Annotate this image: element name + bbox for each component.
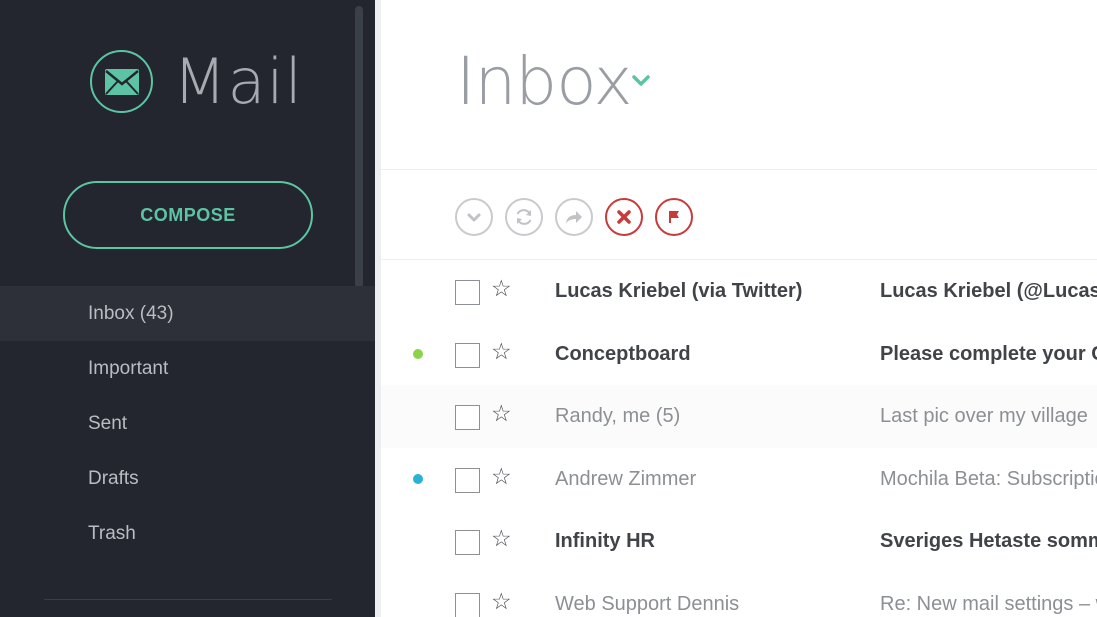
mark-read-button[interactable] xyxy=(455,198,493,236)
page-title: Inbox xyxy=(456,43,633,120)
email-checkbox[interactable] xyxy=(455,280,480,305)
delete-icon xyxy=(617,210,631,224)
refresh-button[interactable] xyxy=(505,198,543,236)
email-checkbox[interactable] xyxy=(455,592,480,617)
app-logo: Mail xyxy=(90,50,303,113)
email-sender: Conceptboard xyxy=(555,342,691,365)
flag-button[interactable] xyxy=(655,198,693,236)
star-icon[interactable]: ☆ xyxy=(491,340,512,364)
sidebar-item-inbox[interactable]: Inbox (43) xyxy=(0,286,375,341)
email-row[interactable]: ☆ Infinity HR Sveriges Hetaste sommarjob… xyxy=(381,510,1097,573)
star-icon[interactable]: ☆ xyxy=(491,465,512,489)
email-row[interactable]: ☆ Web Support Dennis Re: New mail settin… xyxy=(381,572,1097,617)
unread-dot-icon xyxy=(413,348,423,359)
sidebar: Mail COMPOSE Inbox (43) Important Sent D… xyxy=(0,0,375,617)
flag-icon xyxy=(669,211,679,223)
email-sender: Lucas Kriebel (via Twitter) xyxy=(555,280,803,302)
email-sender: Andrew Zimmer xyxy=(555,467,697,490)
delete-button[interactable] xyxy=(605,198,643,236)
email-subject: Re: New mail settings – will take effect xyxy=(880,592,1097,615)
toolbar xyxy=(381,171,1097,260)
email-subject: Please complete your Conceptboard signup xyxy=(880,342,1097,365)
forward-button[interactable] xyxy=(555,198,593,236)
email-subject: Mochila Beta: Subscription Confirmed xyxy=(880,467,1097,490)
star-icon[interactable]: ☆ xyxy=(491,278,512,301)
email-subject: Lucas Kriebel (@LucasKriebel) has sent y… xyxy=(880,280,1097,302)
star-icon[interactable]: ☆ xyxy=(491,403,512,426)
title-bar: Inbox xyxy=(381,0,1097,170)
email-row[interactable]: ☆ Lucas Kriebel (via Twitter) Lucas Krie… xyxy=(381,260,1097,323)
email-subject: Last pic over my village xyxy=(880,405,1088,427)
email-list: ☆ Lucas Kriebel (via Twitter) Lucas Krie… xyxy=(381,260,1097,617)
star-icon[interactable]: ☆ xyxy=(491,590,512,614)
email-checkbox[interactable] xyxy=(455,530,480,555)
envelope-icon xyxy=(90,50,153,113)
email-subject: Sveriges Hetaste sommarjobb xyxy=(880,530,1097,552)
main-panel: Inbox ☆ Lucas Kriebel (via Twitter) Luca… xyxy=(375,0,1097,617)
email-sender: Web Support Dennis xyxy=(555,592,740,615)
sidebar-scrollbar[interactable] xyxy=(355,6,363,288)
logo-text: Mail xyxy=(173,44,303,118)
sidebar-divider xyxy=(44,599,332,600)
email-row[interactable]: ☆ Andrew Zimmer Mochila Beta: Subscripti… xyxy=(381,447,1097,510)
star-icon[interactable]: ☆ xyxy=(491,528,512,551)
email-row[interactable]: ☆ Conceptboard Please complete your Conc… xyxy=(381,323,1097,386)
sidebar-item-sent[interactable]: Sent xyxy=(0,396,375,451)
forward-icon xyxy=(566,211,582,223)
sidebar-item-trash[interactable]: Trash xyxy=(0,506,375,561)
refresh-icon xyxy=(516,209,532,225)
compose-button[interactable]: COMPOSE xyxy=(63,181,313,249)
email-sender: Infinity HR xyxy=(555,530,655,552)
label-dot-icon xyxy=(413,473,423,484)
email-sender: Randy, me (5) xyxy=(555,405,681,427)
check-icon xyxy=(467,213,481,222)
sidebar-item-important[interactable]: Important xyxy=(0,341,375,396)
email-checkbox[interactable] xyxy=(455,342,480,368)
chevron-down-icon[interactable] xyxy=(631,74,651,93)
email-checkbox[interactable] xyxy=(455,467,480,493)
sidebar-item-drafts[interactable]: Drafts xyxy=(0,451,375,506)
email-checkbox[interactable] xyxy=(455,405,480,430)
email-row[interactable]: ☆ Randy, me (5) Last pic over my village xyxy=(381,385,1097,448)
sidebar-nav: Inbox (43) Important Sent Drafts Trash xyxy=(0,286,375,561)
